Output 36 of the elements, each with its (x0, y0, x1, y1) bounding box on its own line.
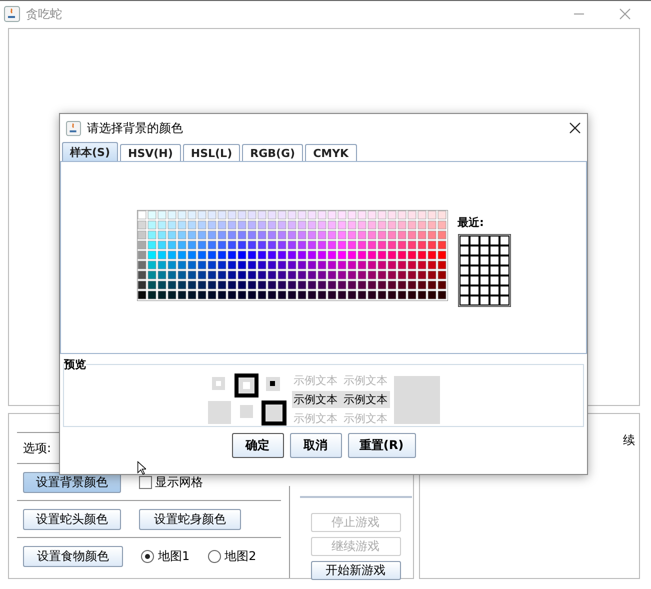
options-label: 选项: (23, 440, 52, 456)
tab[interactable]: HSV(H) (120, 144, 181, 161)
checkbox[interactable] (139, 476, 152, 488)
preview-title: 预览 (64, 357, 86, 372)
dialog-button[interactable]: 取消 (290, 433, 342, 458)
side-panel-text: 续 (623, 432, 635, 449)
sample-text: 示例文本 (344, 392, 388, 407)
sample-text: 示例文本 (294, 373, 338, 388)
radio-label: 地图2 (224, 548, 256, 564)
tab[interactable]: 样本(S) (62, 142, 118, 161)
close-icon[interactable] (569, 122, 581, 134)
coffee-cup-icon (4, 6, 20, 22)
radio-button[interactable] (141, 550, 154, 562)
recent-color-grid[interactable] (458, 234, 510, 307)
food-color-button[interactable]: 设置食物颜色 (23, 546, 123, 566)
body-color-button[interactable]: 设置蛇身颜色 (139, 508, 241, 530)
dialog-button[interactable]: 确定 (232, 433, 284, 458)
coffee-cup-icon (66, 120, 81, 136)
preview-color-square (394, 376, 440, 424)
color-swatch-grid[interactable] (136, 210, 448, 301)
dialog-button[interactable]: 重置(R) (348, 433, 416, 458)
dialog-title: 请选择背景的颜色 (87, 120, 184, 136)
recent-label: 最近: (458, 215, 485, 230)
sample-text: 示例文本 (294, 392, 338, 407)
tab[interactable]: HSL(L) (182, 144, 240, 161)
window-title: 贪吃蛇 (26, 6, 63, 22)
sample-text: 示例文本 (294, 411, 338, 426)
tab[interactable]: RGB(G) (242, 144, 304, 161)
sample-text: 示例文本 (344, 373, 388, 388)
tab[interactable]: CMYK (305, 144, 357, 161)
head-color-button[interactable]: 设置蛇头颜色 (23, 508, 121, 530)
radio-button[interactable] (208, 550, 221, 562)
game-button[interactable]: 开始新游戏 (310, 561, 401, 580)
sample-text: 示例文本 (344, 411, 388, 426)
radio-label: 地图1 (158, 548, 190, 564)
checkbox-label: 显示网格 (155, 474, 203, 490)
